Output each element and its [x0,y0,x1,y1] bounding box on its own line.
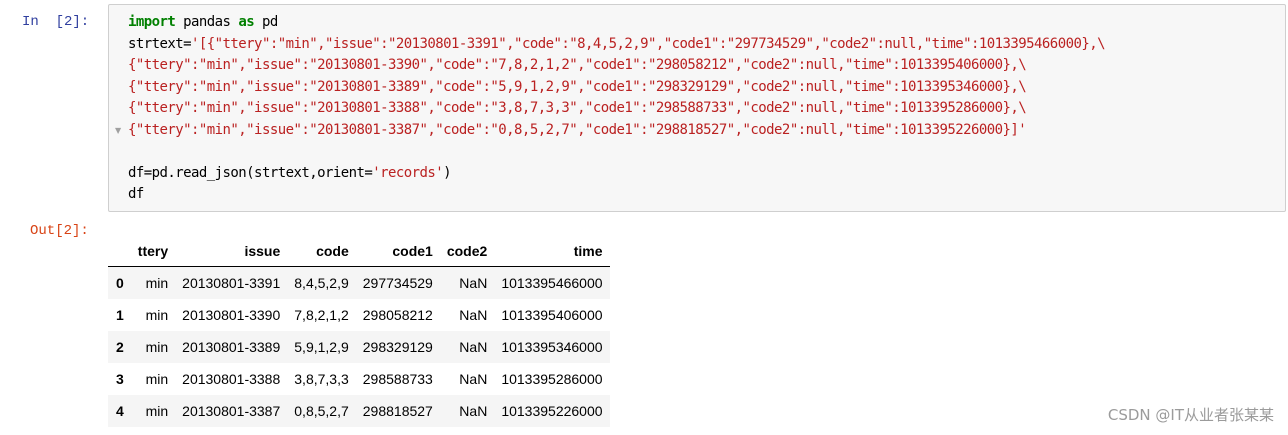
code-line-7-blank: ​ [128,141,1105,163]
column-header: code [287,236,356,267]
table-row: 1 min 20130801-3390 7,8,2,1,2 298058212 … [108,299,610,331]
index-header [108,236,131,267]
table-cell: 20130801-3388 [182,371,281,387]
code-line-4: {"ttery":"min","issue":"20130801-3389","… [128,78,1027,95]
table-cell: 20130801-3389 [182,339,281,355]
code-line-9: df [128,186,144,202]
table-row: 0 min 20130801-3391 8,4,5,2,9 297734529 … [108,266,610,299]
column-header: code2 [439,236,495,267]
table-cell: min [145,371,169,387]
code-line-1: import pandas as pd [128,12,1105,34]
row-index: 0 [116,275,124,291]
row-index: 4 [116,403,124,419]
table-cell: 1013395466000 [501,275,603,291]
table-cell: 1013395406000 [501,307,603,323]
table-cell: 298588733 [362,371,433,387]
row-index: 2 [116,339,124,355]
fold-arrow-icon[interactable]: ▼ [115,126,121,135]
code-token: df=pd.read_json(strtext,orient= [128,164,373,181]
code-token: ) [443,164,452,181]
column-header: ttery [130,236,176,267]
table-row: 3 min 20130801-3388 3,8,7,3,3 298588733 … [108,363,610,395]
code-line-6: {"ttery":"min","issue":"20130801-3387","… [128,121,1027,138]
table-cell: min [145,307,169,323]
table-cell: 5,9,1,2,9 [294,339,349,355]
watermark: CSDN @IT从业者张某某 [1107,406,1274,424]
table-cell: 0,8,5,2,7 [294,403,349,419]
string-literal: '[{"ttery":"min","issue":"20130801-3391"… [191,35,1105,52]
code-input-area[interactable]: ▼ import pandas as pd strtext='[{"ttery":… [108,4,1286,212]
dataframe-table: ttery issue code code1 code2 time 0 min … [108,236,610,427]
table-cell: 1013395346000 [501,339,603,355]
code-line-8: df=pd.read_json(strtext,orient='records'… [128,163,1105,185]
output-prompt: Out[2]: [30,223,89,239]
code-token: pandas [175,14,239,30]
input-prompt: In [2]: [22,14,90,30]
table-cell: 20130801-3390 [182,307,281,323]
code-editor[interactable]: import pandas as pd strtext='[{"ttery":"m… [128,12,1106,206]
table-cell: min [145,403,169,419]
table-row: 4 min 20130801-3387 0,8,5,2,7 298818527 … [108,395,610,427]
table-cell: 7,8,2,1,2 [294,307,349,323]
table-cell: 298329129 [362,339,433,355]
row-index: 3 [116,371,124,387]
table-cell: NaN [459,307,488,323]
code-line-2: strtext='[{"ttery":"min","issue":"201308… [128,34,1106,56]
code-line-5: {"ttery":"min","issue":"20130801-3388","… [128,100,1027,116]
keyword-import: import [128,14,176,30]
string-literal: 'records' [372,164,444,181]
table-cell: min [145,275,169,291]
table-cell: 20130801-3391 [182,275,281,291]
column-header: time [494,236,610,267]
keyword-as: as [238,14,255,30]
table-cell: NaN [459,339,488,355]
table-cell: 1013395226000 [501,403,603,419]
column-header: code1 [355,236,440,267]
code-token: pd [254,14,278,30]
table-cell: 298058212 [362,307,433,323]
table-cell: 297734529 [362,275,433,291]
code-line-3: {"ttery":"min","issue":"20130801-3390","… [128,57,1027,73]
table-cell: 1013395286000 [501,371,603,387]
table-cell: 3,8,7,3,3 [294,371,349,387]
table-cell: 20130801-3387 [182,403,281,419]
table-cell: 8,4,5,2,9 [294,275,349,291]
table-cell: NaN [459,403,488,419]
row-index: 1 [116,307,124,323]
code-token: strtext= [128,35,192,52]
table-header-row: ttery issue code code1 code2 time [108,236,610,267]
table-cell: NaN [459,371,488,387]
table-cell: 298818527 [362,403,433,419]
table-cell: min [145,339,169,355]
column-header: issue [175,236,288,267]
table-row: 2 min 20130801-3389 5,9,1,2,9 298329129 … [108,331,610,363]
table-cell: NaN [459,275,488,291]
